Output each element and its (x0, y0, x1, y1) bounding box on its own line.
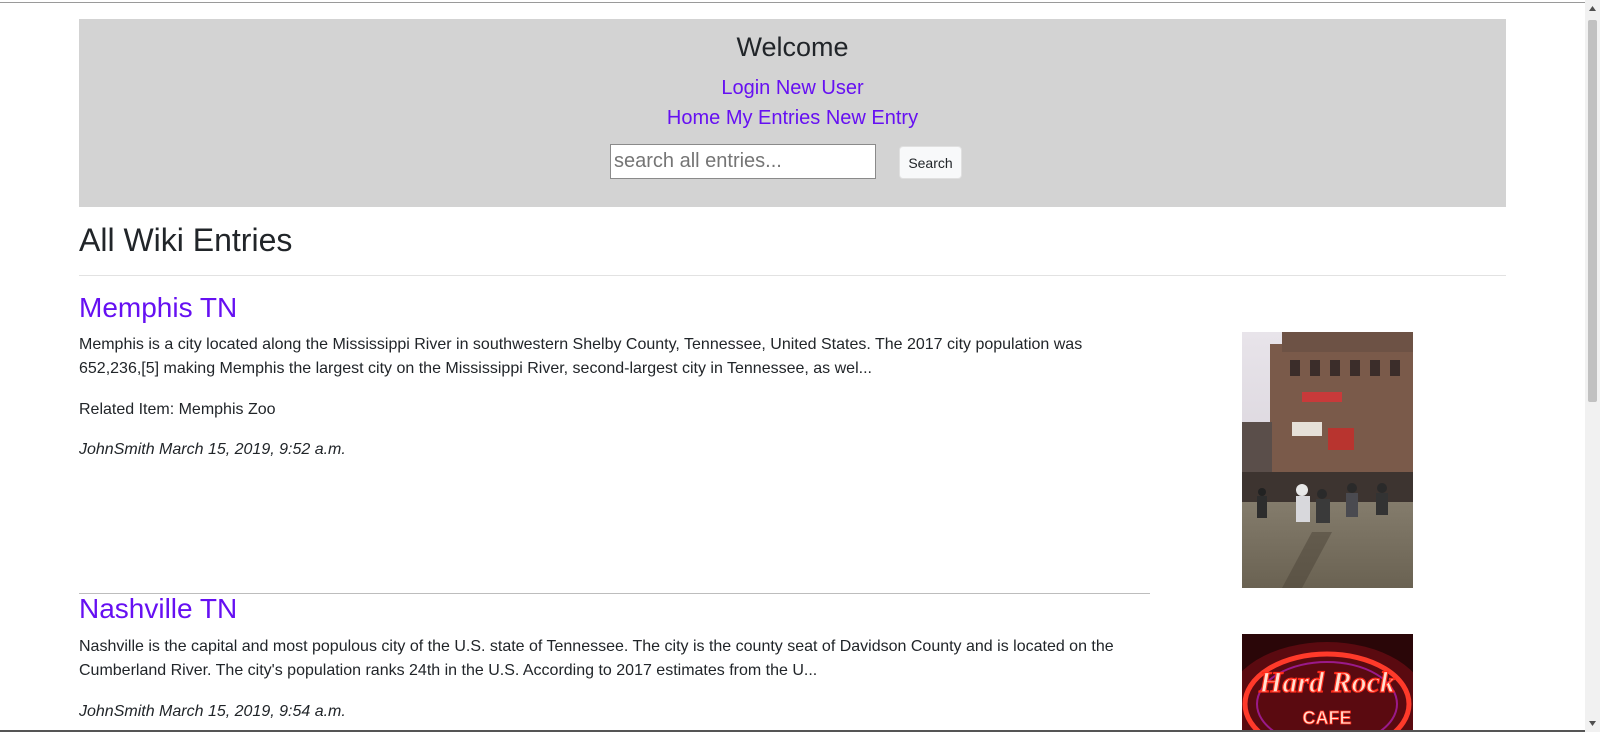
scroll-up-arrow-icon[interactable] (1585, 0, 1600, 17)
search-button[interactable]: Search (899, 146, 962, 179)
my-entries-link[interactable]: My Entries (726, 107, 820, 129)
auth-nav: Login New User (79, 77, 1506, 100)
home-link[interactable]: Home (667, 107, 720, 129)
entry-meta: JohnSmith March 15, 2019, 9:52 a.m. (79, 441, 346, 458)
welcome-heading: Welcome (736, 32, 849, 62)
entry-divider (79, 593, 1150, 594)
scrollbar-thumb[interactable] (1588, 20, 1597, 402)
thumb-text: CAFE (1303, 708, 1352, 728)
new-user-link[interactable]: New User (776, 77, 864, 99)
entry-meta: JohnSmith March 15, 2019, 9:54 a.m. (79, 703, 346, 720)
thumb-text: Hard Rock (1258, 666, 1395, 699)
new-entry-link[interactable]: New Entry (826, 107, 918, 129)
page-title: All Wiki Entries (79, 222, 293, 258)
vertical-scrollbar[interactable] (1585, 0, 1600, 732)
scroll-down-arrow-icon[interactable] (1585, 715, 1600, 732)
site-header: Welcome Login New User Home My Entries N… (79, 19, 1506, 207)
divider (79, 275, 1506, 276)
entry-title-link[interactable]: Nashville TN (79, 593, 237, 625)
login-link[interactable]: Login (721, 77, 770, 99)
entry-related-item: Related Item: Memphis Zoo (79, 401, 276, 418)
entry-image-memphis[interactable] (1242, 332, 1413, 588)
entry-title-link[interactable]: Memphis TN (79, 292, 237, 324)
entry-excerpt: Nashville is the capital and most populo… (79, 638, 1114, 679)
entry-image-nashville[interactable]: Hard Rock CAFE (1242, 634, 1413, 730)
main-nav: Home My Entries New Entry (79, 107, 1506, 130)
search-input[interactable] (610, 144, 876, 179)
entry-excerpt: Memphis is a city located along the Miss… (79, 336, 1083, 377)
window-top-border (0, 2, 1585, 3)
